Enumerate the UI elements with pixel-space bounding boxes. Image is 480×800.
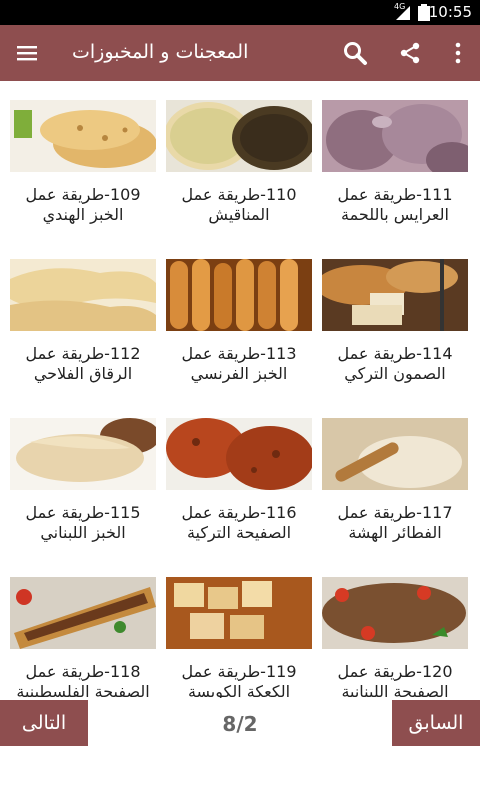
app-bar: المعجنات و المخبوزات [0,25,480,81]
recipe-card[interactable]: 116-طريقة عمل الصفيحة التركية [166,399,312,558]
roqaq-icon [10,259,156,331]
french-bread-icon [166,259,312,331]
turkish-bread-icon [322,259,468,331]
previous-button[interactable]: السابق [392,700,480,746]
pagination-bar: التالى 8/2 السابق [0,698,480,800]
recipe-card[interactable]: 113-طريقة عمل الخبز الفرنسي [166,240,312,399]
recipe-card[interactable]: 111-طريقة عمل العرايس باللحمة [322,81,468,240]
share-icon[interactable] [398,41,422,65]
recipe-title: 111-طريقة عمل العرايس باللحمة [337,185,453,224]
recipe-title: 119-طريقة عمل الكعكة الكويسة [181,662,297,698]
recipe-title: 117-طريقة عمل الفطائر الهشة [337,503,453,542]
status-bar: 4G 10:55 [0,0,480,25]
recipe-title: 113-طريقة عمل الخبز الفرنسي [181,344,297,383]
recipe-card[interactable]: 109-طريقة عمل الخبز الهندي [10,81,156,240]
recipe-card[interactable]: 115-طريقة عمل الخبز اللبناني [10,399,156,558]
search-icon[interactable] [342,40,368,66]
recipe-card[interactable]: 110-طريقة عمل المناقيش [166,81,312,240]
recipe-title: 118-طريقة عمل الصفيحة الفلسطينية [16,662,150,698]
clock: 10:55 [428,3,472,21]
bread-cubes-icon [166,577,312,649]
next-button[interactable]: التالى [0,700,88,746]
hamburger-menu-icon[interactable] [16,42,38,64]
recipe-title: 114-طريقة عمل الصمون التركي [337,344,453,383]
signal-icon [396,6,410,20]
recipe-card[interactable]: 112-طريقة عمل الرقاق الفلاحي [10,240,156,399]
lebanese-bread-icon [10,418,156,490]
recipe-card[interactable]: 118-طريقة عمل الصفيحة الفلسطينية [10,558,156,698]
recipe-title: 115-طريقة عمل الخبز اللبناني [25,503,141,542]
recipe-title: 109-طريقة عمل الخبز الهندي [25,185,141,224]
recipe-card[interactable]: 120-طريقة عمل الصفيحة اللبنانية [322,558,468,698]
recipe-title: 110-طريقة عمل المناقيش [181,185,297,224]
recipe-title: 112-طريقة عمل الرقاق الفلاحي [25,344,141,383]
recipe-grid: 111-طريقة عمل العرايس باللحمة 110-طريقة … [0,81,480,698]
recipe-card[interactable]: 114-طريقة عمل الصمون التركي [322,240,468,399]
page-indicator: 8/2 [222,712,258,736]
indian-bread-icon [10,100,156,172]
manakish-icon [166,100,312,172]
arayes-icon [322,100,468,172]
page-title: المعجنات و المخبوزات [72,41,249,63]
flatbread-meat-icon [322,577,468,649]
recipe-title: 116-طريقة عمل الصفيحة التركية [181,503,297,542]
boat-pie-icon [10,577,156,649]
recipe-title: 120-طريقة عمل الصفيحة اللبنانية [337,662,453,698]
recipe-card[interactable]: 117-طريقة عمل الفطائر الهشة [322,399,468,558]
lahmacun-icon [166,418,312,490]
more-options-icon[interactable] [450,41,466,65]
dough-icon [322,418,468,490]
recipe-card[interactable]: 119-طريقة عمل الكعكة الكويسة [166,558,312,698]
